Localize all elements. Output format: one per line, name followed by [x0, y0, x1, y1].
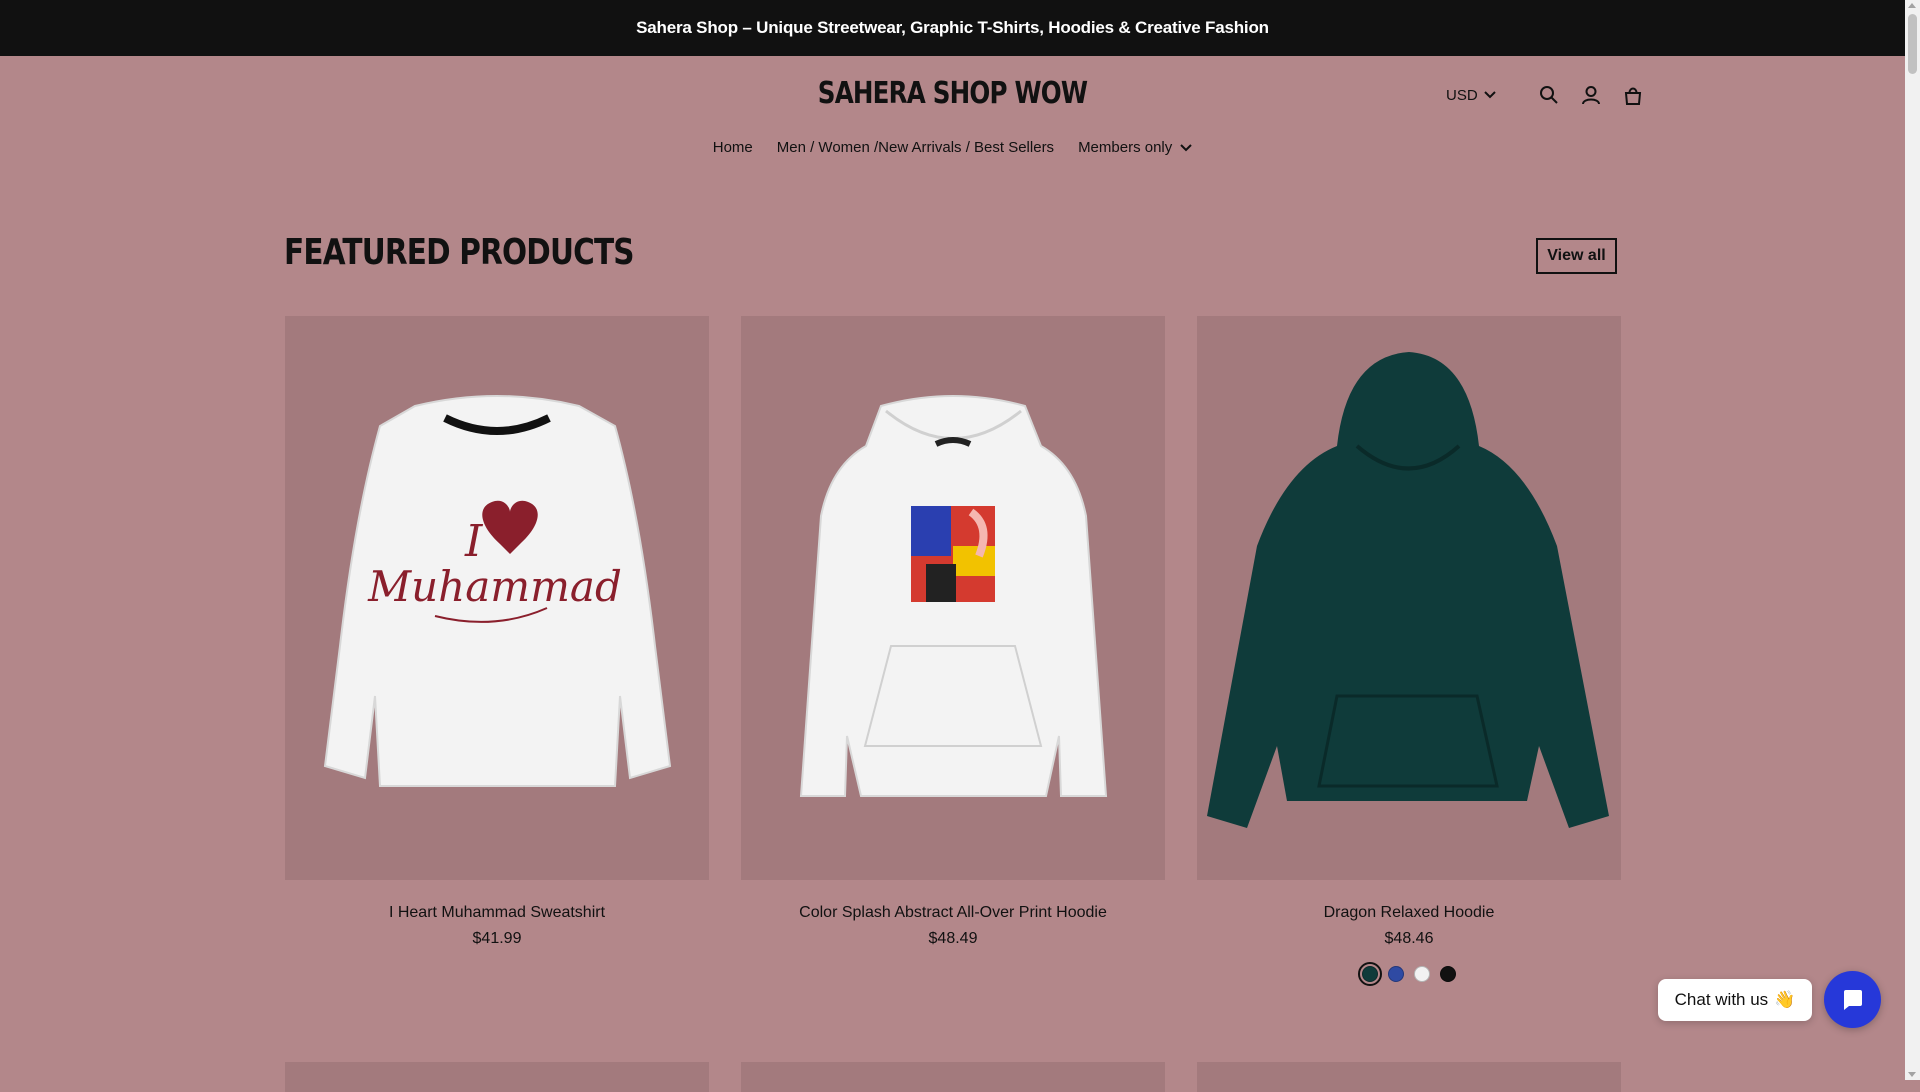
product-price: $48.49	[928, 930, 978, 947]
currency-selector[interactable]: USD	[1446, 87, 1496, 104]
product-card[interactable]: Color Splash Abstract All-Over Print Hoo…	[741, 316, 1165, 982]
header-actions: USD	[1446, 84, 1644, 106]
hoodie-image	[1207, 352, 1609, 828]
scroll-up-arrow-icon[interactable]	[1908, 3, 1916, 8]
product-title[interactable]: I Heart Muhammad Sweatshirt	[285, 904, 709, 922]
view-all-button[interactable]: View all	[1536, 238, 1617, 274]
hoodie-image	[799, 395, 1108, 797]
section-title: FEATURED PRODUCTS	[284, 232, 635, 273]
chat-icon	[1843, 989, 1862, 1010]
scroll-down-arrow-icon[interactable]	[1908, 1072, 1916, 1077]
bag-icon[interactable]	[1622, 84, 1644, 106]
product-price: $41.99	[472, 930, 522, 947]
color-swatch-blue[interactable]	[1388, 966, 1404, 982]
chat-launcher-button[interactable]	[1824, 971, 1881, 1028]
nav-item-members-only[interactable]: Members only	[1078, 139, 1192, 156]
sweatshirt-image: I Muhammad	[323, 395, 672, 787]
product-image[interactable]	[1197, 316, 1621, 880]
product-image[interactable]	[1197, 1062, 1621, 1092]
chat-prompt-label: Chat with us	[1674, 990, 1769, 1009]
color-swatch-black[interactable]	[1440, 966, 1456, 982]
product-title[interactable]: Color Splash Abstract All-Over Print Hoo…	[741, 904, 1165, 922]
scrollbar-thumb[interactable]	[1908, 14, 1917, 74]
waving-hand-icon: 👋	[1774, 990, 1796, 1009]
main-navigation: Home Men / Women /New Arrivals / Best Se…	[0, 139, 1905, 156]
product-grid: I Muhammad I Heart Muhammad Sweatshirt $…	[285, 316, 1621, 986]
color-swatch-green[interactable]	[1358, 962, 1382, 986]
color-swatch-white[interactable]	[1414, 966, 1430, 982]
chat-prompt-bubble[interactable]: Chat with us 👋	[1658, 979, 1812, 1021]
page-scrollbar[interactable]	[1905, 0, 1920, 1080]
color-swatches	[1197, 962, 1621, 986]
currency-label: USD	[1446, 86, 1478, 104]
product-price: $48.46	[1384, 930, 1434, 947]
search-icon[interactable]	[1538, 84, 1560, 106]
print-text-muhammad: Muhammad	[367, 562, 622, 611]
announcement-bar: Sahera Shop – Unique Streetwear, Graphic…	[0, 0, 1905, 56]
product-image[interactable]: I Muhammad	[285, 316, 709, 880]
account-icon[interactable]	[1580, 84, 1602, 106]
product-card[interactable]: I Muhammad I Heart Muhammad Sweatshirt $…	[285, 316, 709, 982]
nav-item-members-only-label: Members only	[1078, 139, 1173, 156]
announcement-text: Sahera Shop – Unique Streetwear, Graphic…	[636, 18, 1269, 37]
product-grid-next-row	[285, 1062, 1621, 1092]
print-text-i: I	[464, 516, 484, 567]
chevron-down-icon	[1180, 143, 1192, 151]
nav-item-home[interactable]: Home	[713, 139, 753, 156]
product-image[interactable]	[741, 316, 1165, 880]
product-image[interactable]	[741, 1062, 1165, 1092]
product-image[interactable]	[285, 1062, 709, 1092]
product-card[interactable]: Dragon Relaxed Hoodie $48.46	[1197, 316, 1621, 986]
product-title[interactable]: Dragon Relaxed Hoodie	[1197, 904, 1621, 922]
nav-item-collections[interactable]: Men / Women /New Arrivals / Best Sellers	[777, 139, 1054, 156]
chevron-down-icon	[1483, 91, 1496, 99]
